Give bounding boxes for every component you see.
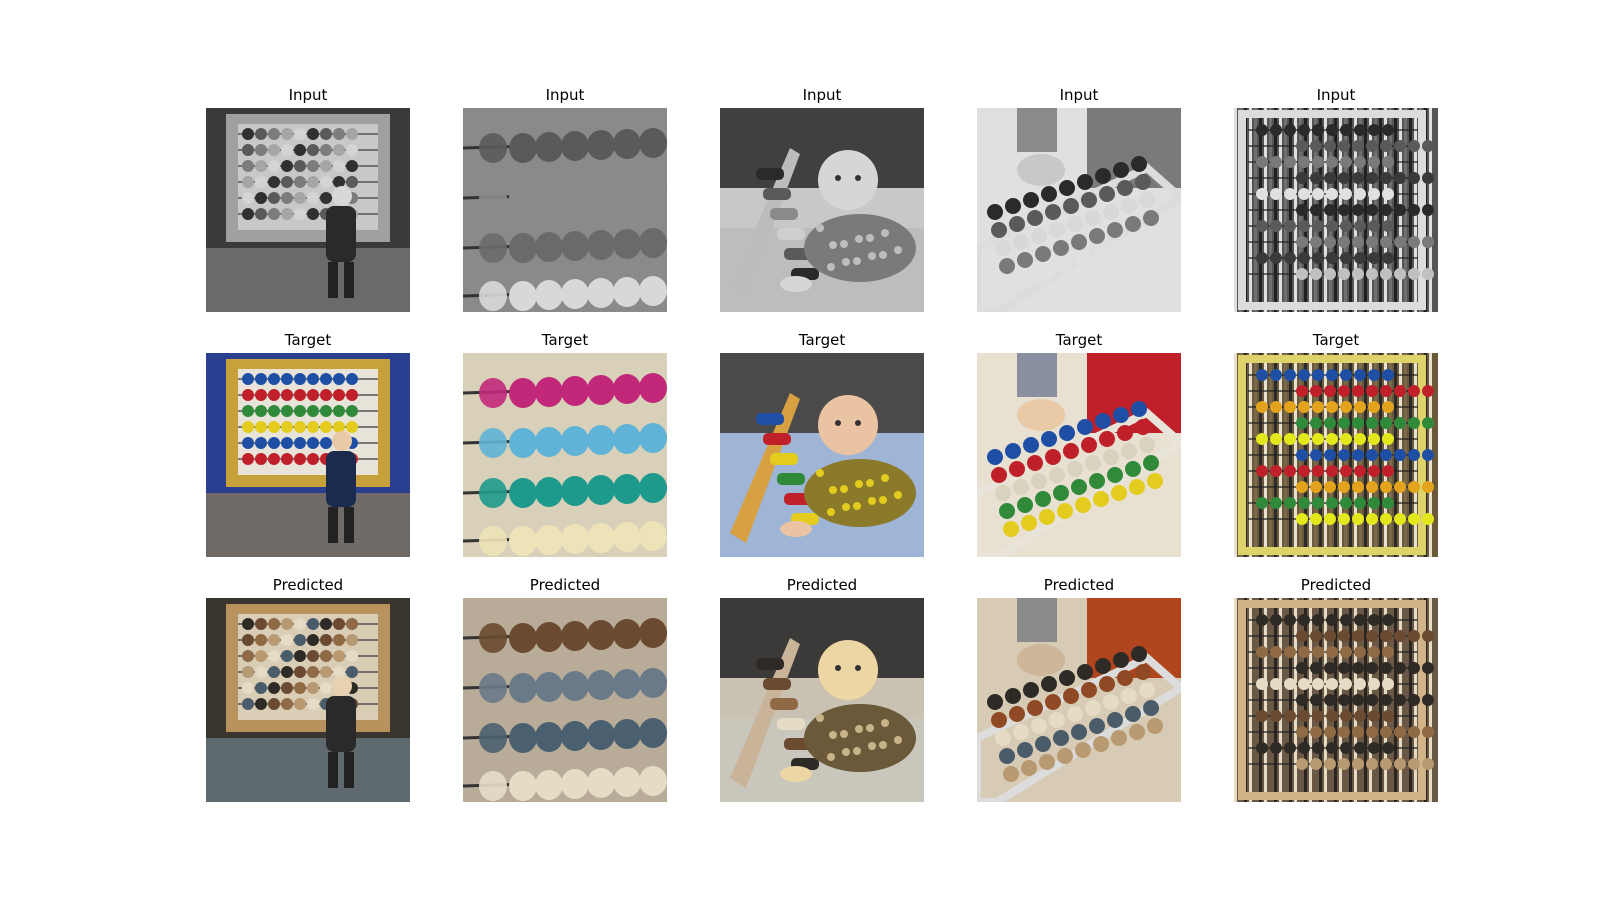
abacus-bookshelf-illustration	[1234, 353, 1438, 557]
abacus-playground-illustration	[206, 598, 410, 802]
image-abacus-playground-sepia	[206, 598, 410, 802]
image-abacus-closeup-color	[463, 353, 667, 557]
image-baby-crawling-color	[720, 353, 924, 557]
image-hand-on-abacus-color	[977, 353, 1181, 557]
image-title: Predicted	[1300, 576, 1372, 594]
abacus-closeup-illustration	[463, 108, 667, 312]
image-cell: Input	[720, 82, 924, 327]
hand-on-abacus-illustration	[977, 598, 1181, 802]
image-title: Input	[1316, 86, 1356, 104]
image-abacus-closeup-gray	[463, 108, 667, 312]
image-cell: Input	[977, 82, 1181, 327]
image-abacus-bookshelf-color	[1234, 353, 1438, 557]
image-cell: Predicted	[720, 572, 924, 817]
image-hand-on-abacus-sepia	[977, 598, 1181, 802]
image-title: Target	[541, 331, 589, 349]
abacus-bookshelf-illustration	[1234, 108, 1438, 312]
hand-on-abacus-illustration	[977, 108, 1181, 312]
image-abacus-playground-gray	[206, 108, 410, 312]
image-abacus-bookshelf-gray	[1234, 108, 1438, 312]
abacus-closeup-illustration	[463, 353, 667, 557]
image-baby-crawling-sepia	[720, 598, 924, 802]
image-title: Target	[1312, 331, 1360, 349]
image-cell: Target	[720, 327, 924, 572]
image-title: Input	[545, 86, 585, 104]
image-baby-crawling-gray	[720, 108, 924, 312]
baby-crawling-illustration	[720, 353, 924, 557]
image-cell: Input	[463, 82, 667, 327]
image-cell: Predicted	[206, 572, 410, 817]
image-cell: Predicted	[463, 572, 667, 817]
abacus-closeup-illustration	[463, 598, 667, 802]
abacus-bookshelf-illustration	[1234, 598, 1438, 802]
abacus-playground-illustration	[206, 108, 410, 312]
image-grid: Input Input Input Input Input Target Target Tar…	[206, 82, 1438, 817]
image-cell: Target	[463, 327, 667, 572]
image-cell: Target	[977, 327, 1181, 572]
image-cell: Input	[1234, 82, 1438, 327]
image-cell: Target	[206, 327, 410, 572]
image-title: Target	[1055, 331, 1103, 349]
image-cell: Predicted	[977, 572, 1181, 817]
image-cell: Target	[1234, 327, 1438, 572]
image-abacus-closeup-sepia	[463, 598, 667, 802]
image-hand-on-abacus-gray	[977, 108, 1181, 312]
image-title: Input	[288, 86, 328, 104]
image-title: Input	[1059, 86, 1099, 104]
image-abacus-bookshelf-sepia	[1234, 598, 1438, 802]
image-title: Input	[802, 86, 842, 104]
baby-crawling-illustration	[720, 108, 924, 312]
hand-on-abacus-illustration	[977, 353, 1181, 557]
image-cell: Input	[206, 82, 410, 327]
image-title: Predicted	[529, 576, 601, 594]
image-title: Predicted	[786, 576, 858, 594]
abacus-playground-illustration	[206, 353, 410, 557]
image-title: Predicted	[1043, 576, 1115, 594]
image-cell: Predicted	[1234, 572, 1438, 817]
image-title: Target	[798, 331, 846, 349]
image-title: Predicted	[272, 576, 344, 594]
baby-crawling-illustration	[720, 598, 924, 802]
image-abacus-playground-color	[206, 353, 410, 557]
image-title: Target	[284, 331, 332, 349]
